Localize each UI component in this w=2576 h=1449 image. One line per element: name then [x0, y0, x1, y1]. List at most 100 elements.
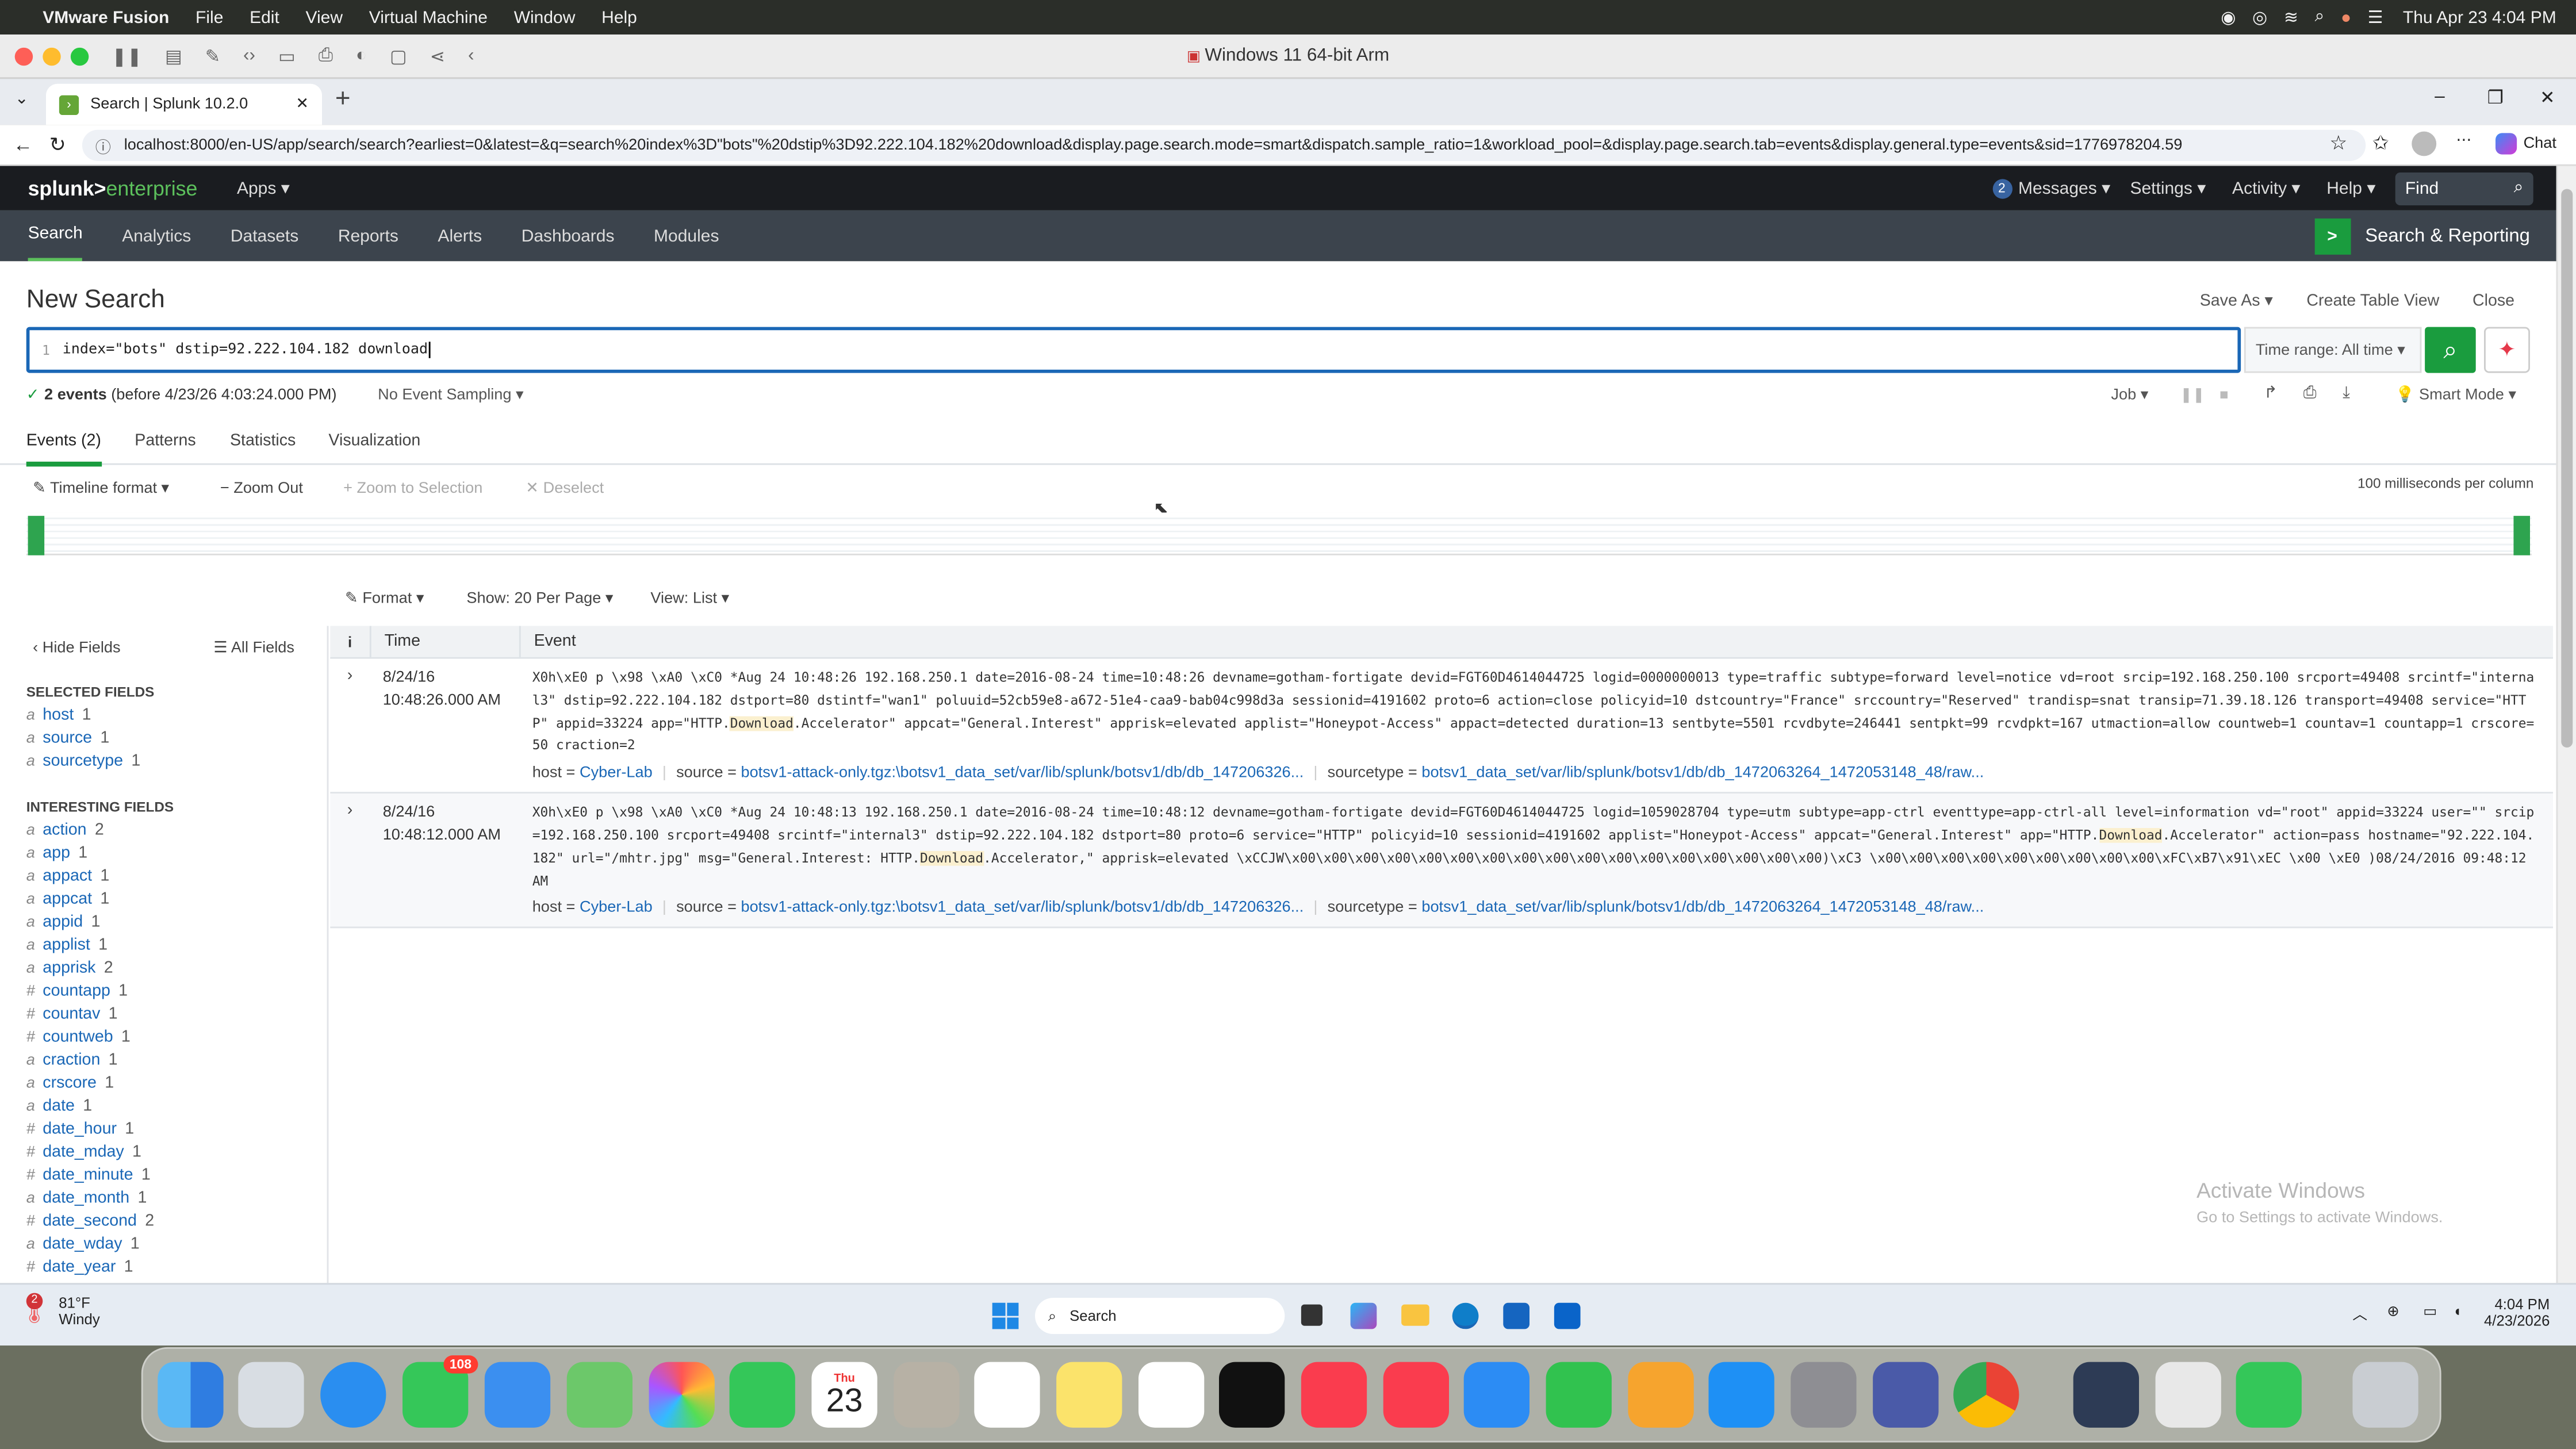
- photos-icon[interactable]: [649, 1362, 715, 1428]
- event-time[interactable]: 8/24/16 10:48:26.000 AM: [370, 667, 519, 783]
- expand-event-icon[interactable]: ›: [330, 802, 370, 918]
- source-link[interactable]: botsv1-attack-only.tgz:\botsv1_data_set/…: [741, 764, 1304, 782]
- share-icon[interactable]: ⋖: [430, 45, 445, 66]
- nav-dashboards[interactable]: Dashboards: [522, 226, 615, 246]
- time-range-picker[interactable]: Time range: All time ▾: [2244, 327, 2422, 373]
- sound-icon[interactable]: ◐: [356, 46, 367, 66]
- col-info-header[interactable]: i: [330, 633, 370, 650]
- menu-virtual-machine[interactable]: Virtual Machine: [369, 7, 488, 27]
- view-list-menu[interactable]: View: List ▾: [650, 590, 729, 608]
- field-appid[interactable]: a appid 1: [26, 910, 322, 933]
- siri-icon[interactable]: ●: [2341, 7, 2351, 27]
- search-query-input[interactable]: 1 index="bots" dstip=92.222.104.182 down…: [26, 327, 2241, 373]
- contacts-icon[interactable]: [894, 1362, 960, 1428]
- profile-icon[interactable]: [2412, 131, 2437, 156]
- tab-events[interactable]: Events (2): [26, 432, 101, 467]
- save-as-menu[interactable]: Save As ▾: [2200, 293, 2273, 310]
- per-page-menu[interactable]: Show: 20 Per Page ▾: [466, 590, 613, 608]
- field-source[interactable]: a source 1: [26, 726, 322, 749]
- calendar-icon[interactable]: Thu 23: [811, 1362, 877, 1428]
- minimize-browser-icon[interactable]: –: [2435, 87, 2445, 106]
- fullscreen-window-icon[interactable]: [70, 47, 89, 65]
- field-date-hour[interactable]: # date_hour 1: [26, 1117, 322, 1140]
- menu-file[interactable]: File: [195, 7, 223, 27]
- pause-icon[interactable]: ❚❚: [112, 45, 142, 66]
- music-icon[interactable]: [1301, 1362, 1367, 1428]
- back-icon[interactable]: ‹: [468, 46, 474, 66]
- apps-menu[interactable]: Apps ▾: [237, 178, 290, 198]
- col-event-header[interactable]: Event: [519, 625, 2553, 658]
- finder-icon[interactable]: [158, 1362, 224, 1428]
- launchpad-icon[interactable]: [238, 1362, 304, 1428]
- code-icon[interactable]: ‹›: [243, 46, 255, 66]
- refresh-icon[interactable]: ↻: [49, 133, 66, 156]
- facetime-icon[interactable]: [729, 1362, 795, 1428]
- menu-view[interactable]: View: [306, 7, 343, 27]
- deselect-button[interactable]: ✕ Deselect: [526, 480, 604, 497]
- favorites-icon[interactable]: ✩: [2372, 132, 2389, 155]
- timeline-chart[interactable]: [26, 512, 2532, 555]
- reminders-icon[interactable]: [974, 1362, 1040, 1428]
- event-sampling-menu[interactable]: No Event Sampling ▾: [378, 386, 524, 404]
- app-menu-name[interactable]: VMware Fusion: [43, 7, 169, 27]
- find-search-icon[interactable]: ⌕: [2514, 178, 2524, 199]
- timeline-format-menu[interactable]: ✎ Timeline format ▾: [33, 480, 169, 497]
- all-fields-button[interactable]: ☰ All Fields: [213, 639, 294, 657]
- sourcetype-link[interactable]: botsv1_data_set/var/lib/splunk/botsv1/db…: [1421, 764, 1984, 782]
- close-window-icon[interactable]: [14, 47, 33, 65]
- splunk-logo[interactable]: splunk>enterprise: [28, 177, 198, 200]
- tab-list-icon[interactable]: ⌄: [15, 90, 29, 108]
- field-action[interactable]: a action 2: [26, 818, 322, 841]
- field-date-mday[interactable]: # date_mday 1: [26, 1140, 322, 1163]
- tray-chevron-icon[interactable]: ︿: [2352, 1303, 2367, 1324]
- menu-window[interactable]: Window: [514, 7, 576, 27]
- share-job-icon[interactable]: ↱: [2264, 385, 2278, 402]
- close-button[interactable]: Close: [2472, 293, 2514, 310]
- stop-job-icon[interactable]: ■: [2220, 386, 2229, 402]
- zoom-out-button[interactable]: − Zoom Out: [220, 480, 303, 497]
- search-submit-button[interactable]: ⌕: [2425, 327, 2476, 373]
- wrench-icon[interactable]: ✎: [205, 45, 220, 66]
- ai-assistant-button[interactable]: ✦: [2484, 327, 2530, 373]
- field-countapp[interactable]: # countapp 1: [26, 979, 322, 1002]
- sourcetype-link[interactable]: botsv1_data_set/var/lib/splunk/botsv1/db…: [1421, 899, 1984, 917]
- app-store-icon[interactable]: [1708, 1362, 1774, 1428]
- keynote-icon[interactable]: [1463, 1362, 1529, 1428]
- settings-menu[interactable]: Settings ▾: [2130, 178, 2206, 198]
- safari-icon[interactable]: [320, 1362, 386, 1428]
- export-icon[interactable]: ⤓: [2343, 385, 2350, 402]
- tab-patterns[interactable]: Patterns: [135, 432, 195, 450]
- help-menu[interactable]: Help ▾: [2326, 178, 2375, 198]
- taskbar-clock[interactable]: 4:04 PM 4/23/2026: [2484, 1296, 2550, 1329]
- field-date-month[interactable]: a date_month 1: [26, 1186, 322, 1209]
- field-appcat[interactable]: a appcat 1: [26, 887, 322, 910]
- user-icon[interactable]: ◎: [2252, 7, 2267, 27]
- format-menu[interactable]: ✎ Format ▾: [345, 590, 424, 608]
- maps-icon[interactable]: [566, 1362, 632, 1428]
- print-icon[interactable]: ⎙: [2303, 385, 2317, 402]
- vmware-fusion-icon[interactable]: [2155, 1362, 2221, 1428]
- camera-icon[interactable]: ▢: [390, 45, 407, 66]
- widgets-icon[interactable]: [1350, 1302, 1377, 1329]
- snapshot-icon[interactable]: ▤: [165, 45, 182, 66]
- appletv-icon[interactable]: [1219, 1362, 1285, 1428]
- spotlight-icon[interactable]: ⌕: [2315, 6, 2325, 28]
- control-center-icon[interactable]: ☰: [2368, 7, 2383, 27]
- field-date-second[interactable]: # date_second 2: [26, 1209, 322, 1232]
- field-app[interactable]: a app 1: [26, 841, 322, 864]
- field-applist[interactable]: a applist 1: [26, 933, 322, 956]
- pause-job-icon[interactable]: ❚❚: [2180, 386, 2205, 404]
- back-arrow-icon[interactable]: ←: [13, 133, 33, 156]
- phone-icon[interactable]: [2236, 1362, 2302, 1428]
- minimize-window-icon[interactable]: [43, 47, 61, 65]
- store-icon[interactable]: [1503, 1302, 1529, 1329]
- browser-tab-active[interactable]: › Search | Splunk 10.2.0 ✕: [46, 83, 322, 125]
- task-view-icon[interactable]: [1301, 1304, 1322, 1326]
- nav-alerts[interactable]: Alerts: [438, 226, 482, 246]
- wifi-icon[interactable]: ≋: [2284, 7, 2298, 27]
- start-button[interactable]: [992, 1302, 1019, 1329]
- app-title[interactable]: Search & Reporting: [2365, 226, 2530, 246]
- menu-help[interactable]: Help: [601, 7, 637, 27]
- trash-icon[interactable]: [2352, 1362, 2418, 1428]
- hide-fields-button[interactable]: ‹ Hide Fields: [33, 639, 120, 657]
